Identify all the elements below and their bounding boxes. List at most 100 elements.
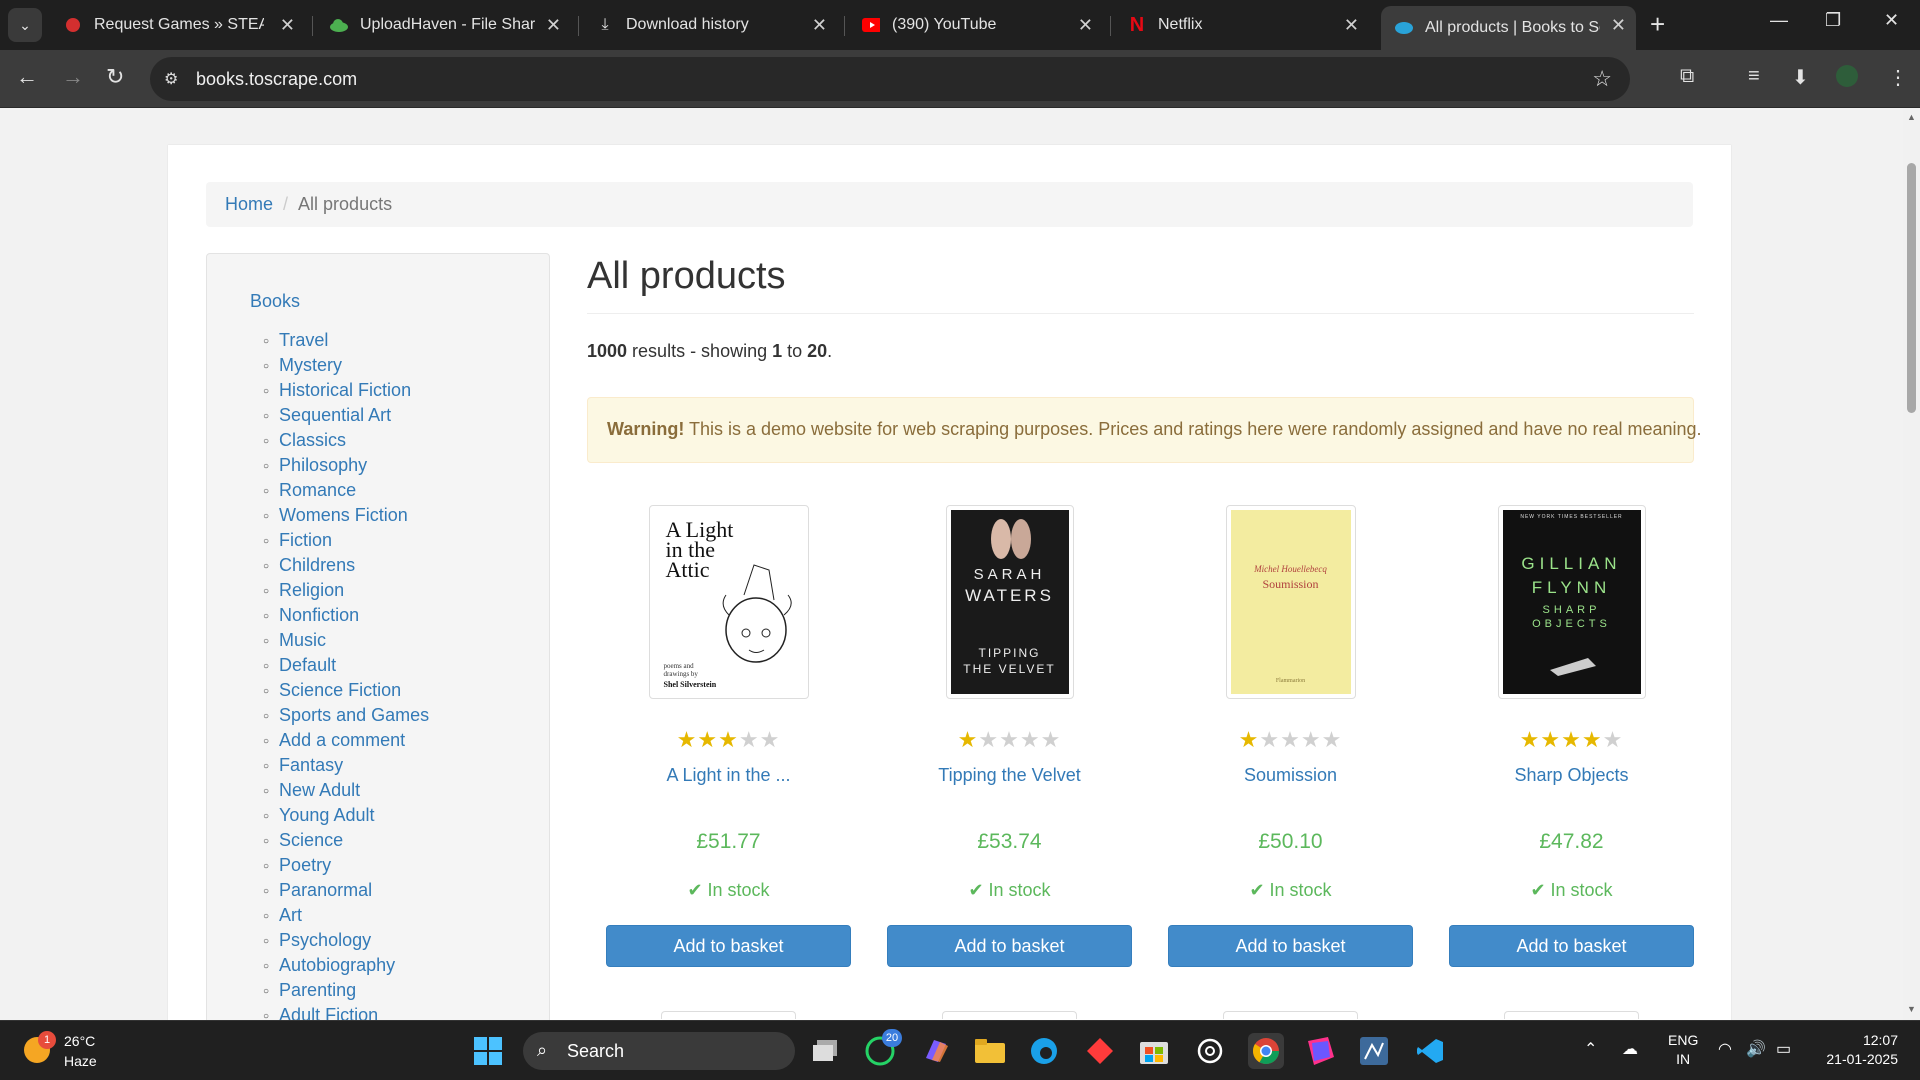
sidebar-category-link[interactable]: Womens Fiction bbox=[263, 503, 429, 528]
sidebar-category-link[interactable]: Nonfiction bbox=[263, 603, 429, 628]
sidebar-category-link[interactable]: Sports and Games bbox=[263, 703, 429, 728]
product-title-link[interactable]: Soumission bbox=[1168, 765, 1413, 786]
sidebar-category-link[interactable]: Travel bbox=[263, 328, 429, 353]
sidebar-category-link[interactable]: Default bbox=[263, 653, 429, 678]
whatsapp-icon[interactable]: 20 bbox=[862, 1029, 902, 1069]
volume-icon[interactable]: 🔊 bbox=[1746, 1039, 1766, 1059]
add-to-basket-button[interactable]: Add to basket bbox=[606, 925, 851, 967]
close-icon[interactable]: ✕ bbox=[812, 15, 827, 36]
new-tab-button[interactable]: + bbox=[1650, 10, 1665, 38]
sidebar-category-link[interactable]: Fantasy bbox=[263, 753, 429, 778]
input-language-indicator[interactable]: ENG IN bbox=[1668, 1031, 1698, 1069]
sidebar-category-link[interactable]: Historical Fiction bbox=[263, 378, 429, 403]
scrollbar-thumb[interactable] bbox=[1907, 163, 1916, 413]
sidebar-category-link[interactable]: Classics bbox=[263, 428, 429, 453]
tab-books-to-scrape[interactable]: All products | Books to Scrape ✕ bbox=[1381, 6, 1636, 50]
show-hidden-icons-chevron-icon[interactable]: ⌃ bbox=[1584, 1039, 1597, 1059]
sidebar-category-link[interactable]: Add a comment bbox=[263, 728, 429, 753]
product-title-link[interactable]: Sharp Objects bbox=[1449, 765, 1694, 786]
book-cover-image[interactable]: A Light in the Attic poems and drawings … bbox=[648, 505, 809, 699]
red-app-icon[interactable] bbox=[1082, 1033, 1118, 1069]
tab-title: Download history bbox=[626, 16, 749, 33]
minimize-button[interactable]: — bbox=[1770, 10, 1788, 31]
book-cover-image[interactable]: SARAH WATERS TIPPING THE VELVET bbox=[945, 505, 1074, 699]
sidebar-category-link[interactable]: Science bbox=[263, 828, 429, 853]
sidebar-category-link[interactable]: Sequential Art bbox=[263, 403, 429, 428]
cover-text: FLYNN bbox=[1531, 578, 1612, 597]
close-icon[interactable]: ✕ bbox=[1344, 15, 1359, 36]
add-to-basket-button[interactable]: Add to basket bbox=[887, 925, 1132, 967]
media-control-icon[interactable]: ≡ bbox=[1748, 65, 1760, 88]
sidebar-category-link[interactable]: Philosophy bbox=[263, 453, 429, 478]
tab-search-menu-button[interactable]: ⌄ bbox=[8, 8, 42, 42]
sidebar-category-link[interactable]: Fiction bbox=[263, 528, 429, 553]
windows-start-icon[interactable] bbox=[470, 1033, 506, 1069]
edge-browser-icon[interactable] bbox=[1026, 1033, 1062, 1069]
window-close-button[interactable]: ✕ bbox=[1884, 10, 1899, 31]
close-icon[interactable]: ✕ bbox=[546, 15, 561, 36]
bookmark-star-icon[interactable]: ☆ bbox=[1592, 66, 1612, 92]
system-clock[interactable]: 12:07 21-01-2025 bbox=[1818, 1031, 1898, 1069]
sidebar-category-link[interactable]: Autobiography bbox=[263, 953, 429, 978]
scroll-up-arrow-icon[interactable]: ▲ bbox=[1907, 112, 1916, 122]
sidebar-category-link[interactable]: Childrens bbox=[263, 553, 429, 578]
add-to-basket-button[interactable]: Add to basket bbox=[1449, 925, 1694, 967]
vscode-icon[interactable] bbox=[1412, 1033, 1448, 1069]
tab-download-history[interactable]: ⤓ Download history ✕ bbox=[582, 6, 837, 44]
sidebar-category-link[interactable]: Parenting bbox=[263, 978, 429, 1003]
close-icon[interactable]: ✕ bbox=[280, 15, 295, 36]
product-title-link[interactable]: Tipping the Velvet bbox=[887, 765, 1132, 786]
book-cover-image[interactable]: Michel Houellebecq Soumission Flammarion bbox=[1225, 505, 1356, 699]
sidebar-category-link[interactable]: Young Adult bbox=[263, 803, 429, 828]
battery-icon[interactable]: ▭ bbox=[1776, 1039, 1791, 1059]
sidebar-category-link[interactable]: Music bbox=[263, 628, 429, 653]
sidebar-category-link[interactable]: Adult Fiction bbox=[263, 1003, 429, 1020]
profile-avatar[interactable] bbox=[1836, 65, 1858, 87]
restore-button[interactable]: ❐ bbox=[1825, 10, 1841, 31]
site-info-icon[interactable]: ⚙ bbox=[164, 69, 178, 89]
jetbrains-icon[interactable] bbox=[1302, 1033, 1338, 1069]
reload-icon[interactable]: ↻ bbox=[106, 64, 124, 90]
taskbar-search-box[interactable]: ⌕ Search bbox=[523, 1032, 795, 1070]
sidebar-category-link[interactable]: Psychology bbox=[263, 928, 429, 953]
page-container: Home / All products Books TravelMysteryHis… bbox=[168, 145, 1731, 1020]
page-scrollbar[interactable]: ▲ ▼ bbox=[1903, 108, 1920, 1020]
product-title-link[interactable]: A Light in the ... bbox=[606, 765, 851, 786]
download-icon[interactable]: ⬇ bbox=[1792, 65, 1809, 90]
sidebar-category-link[interactable]: Mystery bbox=[263, 353, 429, 378]
sidebar-root-books-link[interactable]: Books bbox=[250, 291, 300, 312]
tab-steamunlocked[interactable]: Request Games » STEAMUNLOCKED ✕ bbox=[50, 6, 305, 44]
copilot-icon[interactable] bbox=[918, 1033, 954, 1069]
url-text[interactable]: books.toscrape.com bbox=[196, 69, 357, 90]
mysql-workbench-icon[interactable] bbox=[1356, 1033, 1392, 1069]
microsoft-store-icon[interactable] bbox=[1136, 1033, 1172, 1069]
sidebar-category-link[interactable]: Art bbox=[263, 903, 429, 928]
file-explorer-icon[interactable] bbox=[972, 1033, 1008, 1069]
sidebar-category-link[interactable]: Science Fiction bbox=[263, 678, 429, 703]
close-icon[interactable]: ✕ bbox=[1611, 15, 1626, 36]
sidebar-category-link[interactable]: Paranormal bbox=[263, 878, 429, 903]
sidebar-category-link[interactable]: Poetry bbox=[263, 853, 429, 878]
add-to-basket-button[interactable]: Add to basket bbox=[1168, 925, 1413, 967]
wifi-icon[interactable]: ◠ bbox=[1718, 1039, 1732, 1059]
tab-uploadhaven[interactable]: UploadHaven - File Sharing ✕ bbox=[316, 6, 571, 44]
chrome-browser-icon[interactable] bbox=[1248, 1033, 1284, 1069]
tab-youtube[interactable]: (390) YouTube ✕ bbox=[848, 6, 1103, 44]
more-menu-icon[interactable]: ⋮ bbox=[1888, 65, 1908, 90]
tab-netflix[interactable]: N Netflix ✕ bbox=[1114, 6, 1369, 44]
scroll-down-arrow-icon[interactable]: ▼ bbox=[1907, 1004, 1916, 1014]
close-icon[interactable]: ✕ bbox=[1078, 15, 1093, 36]
extensions-icon[interactable]: ⧉ bbox=[1680, 65, 1694, 88]
chatgpt-icon[interactable] bbox=[1192, 1033, 1228, 1069]
breadcrumb-home-link[interactable]: Home bbox=[225, 194, 273, 214]
forward-arrow-icon[interactable]: → bbox=[62, 64, 84, 90]
sidebar-category-link[interactable]: Religion bbox=[263, 578, 429, 603]
product-card: NEW YORK TIMES BESTSELLER GILLIAN FLYNN … bbox=[1449, 505, 1694, 967]
onedrive-warning-icon[interactable]: ☁ bbox=[1622, 1039, 1638, 1059]
sidebar-category-link[interactable]: New Adult bbox=[263, 778, 429, 803]
book-cover-image[interactable]: NEW YORK TIMES BESTSELLER GILLIAN FLYNN … bbox=[1497, 505, 1646, 699]
back-arrow-icon[interactable]: ← bbox=[16, 64, 38, 90]
task-view-icon[interactable] bbox=[808, 1033, 844, 1069]
address-bar[interactable]: ⚙ books.toscrape.com ☆ bbox=[150, 57, 1630, 101]
sidebar-category-link[interactable]: Romance bbox=[263, 478, 429, 503]
